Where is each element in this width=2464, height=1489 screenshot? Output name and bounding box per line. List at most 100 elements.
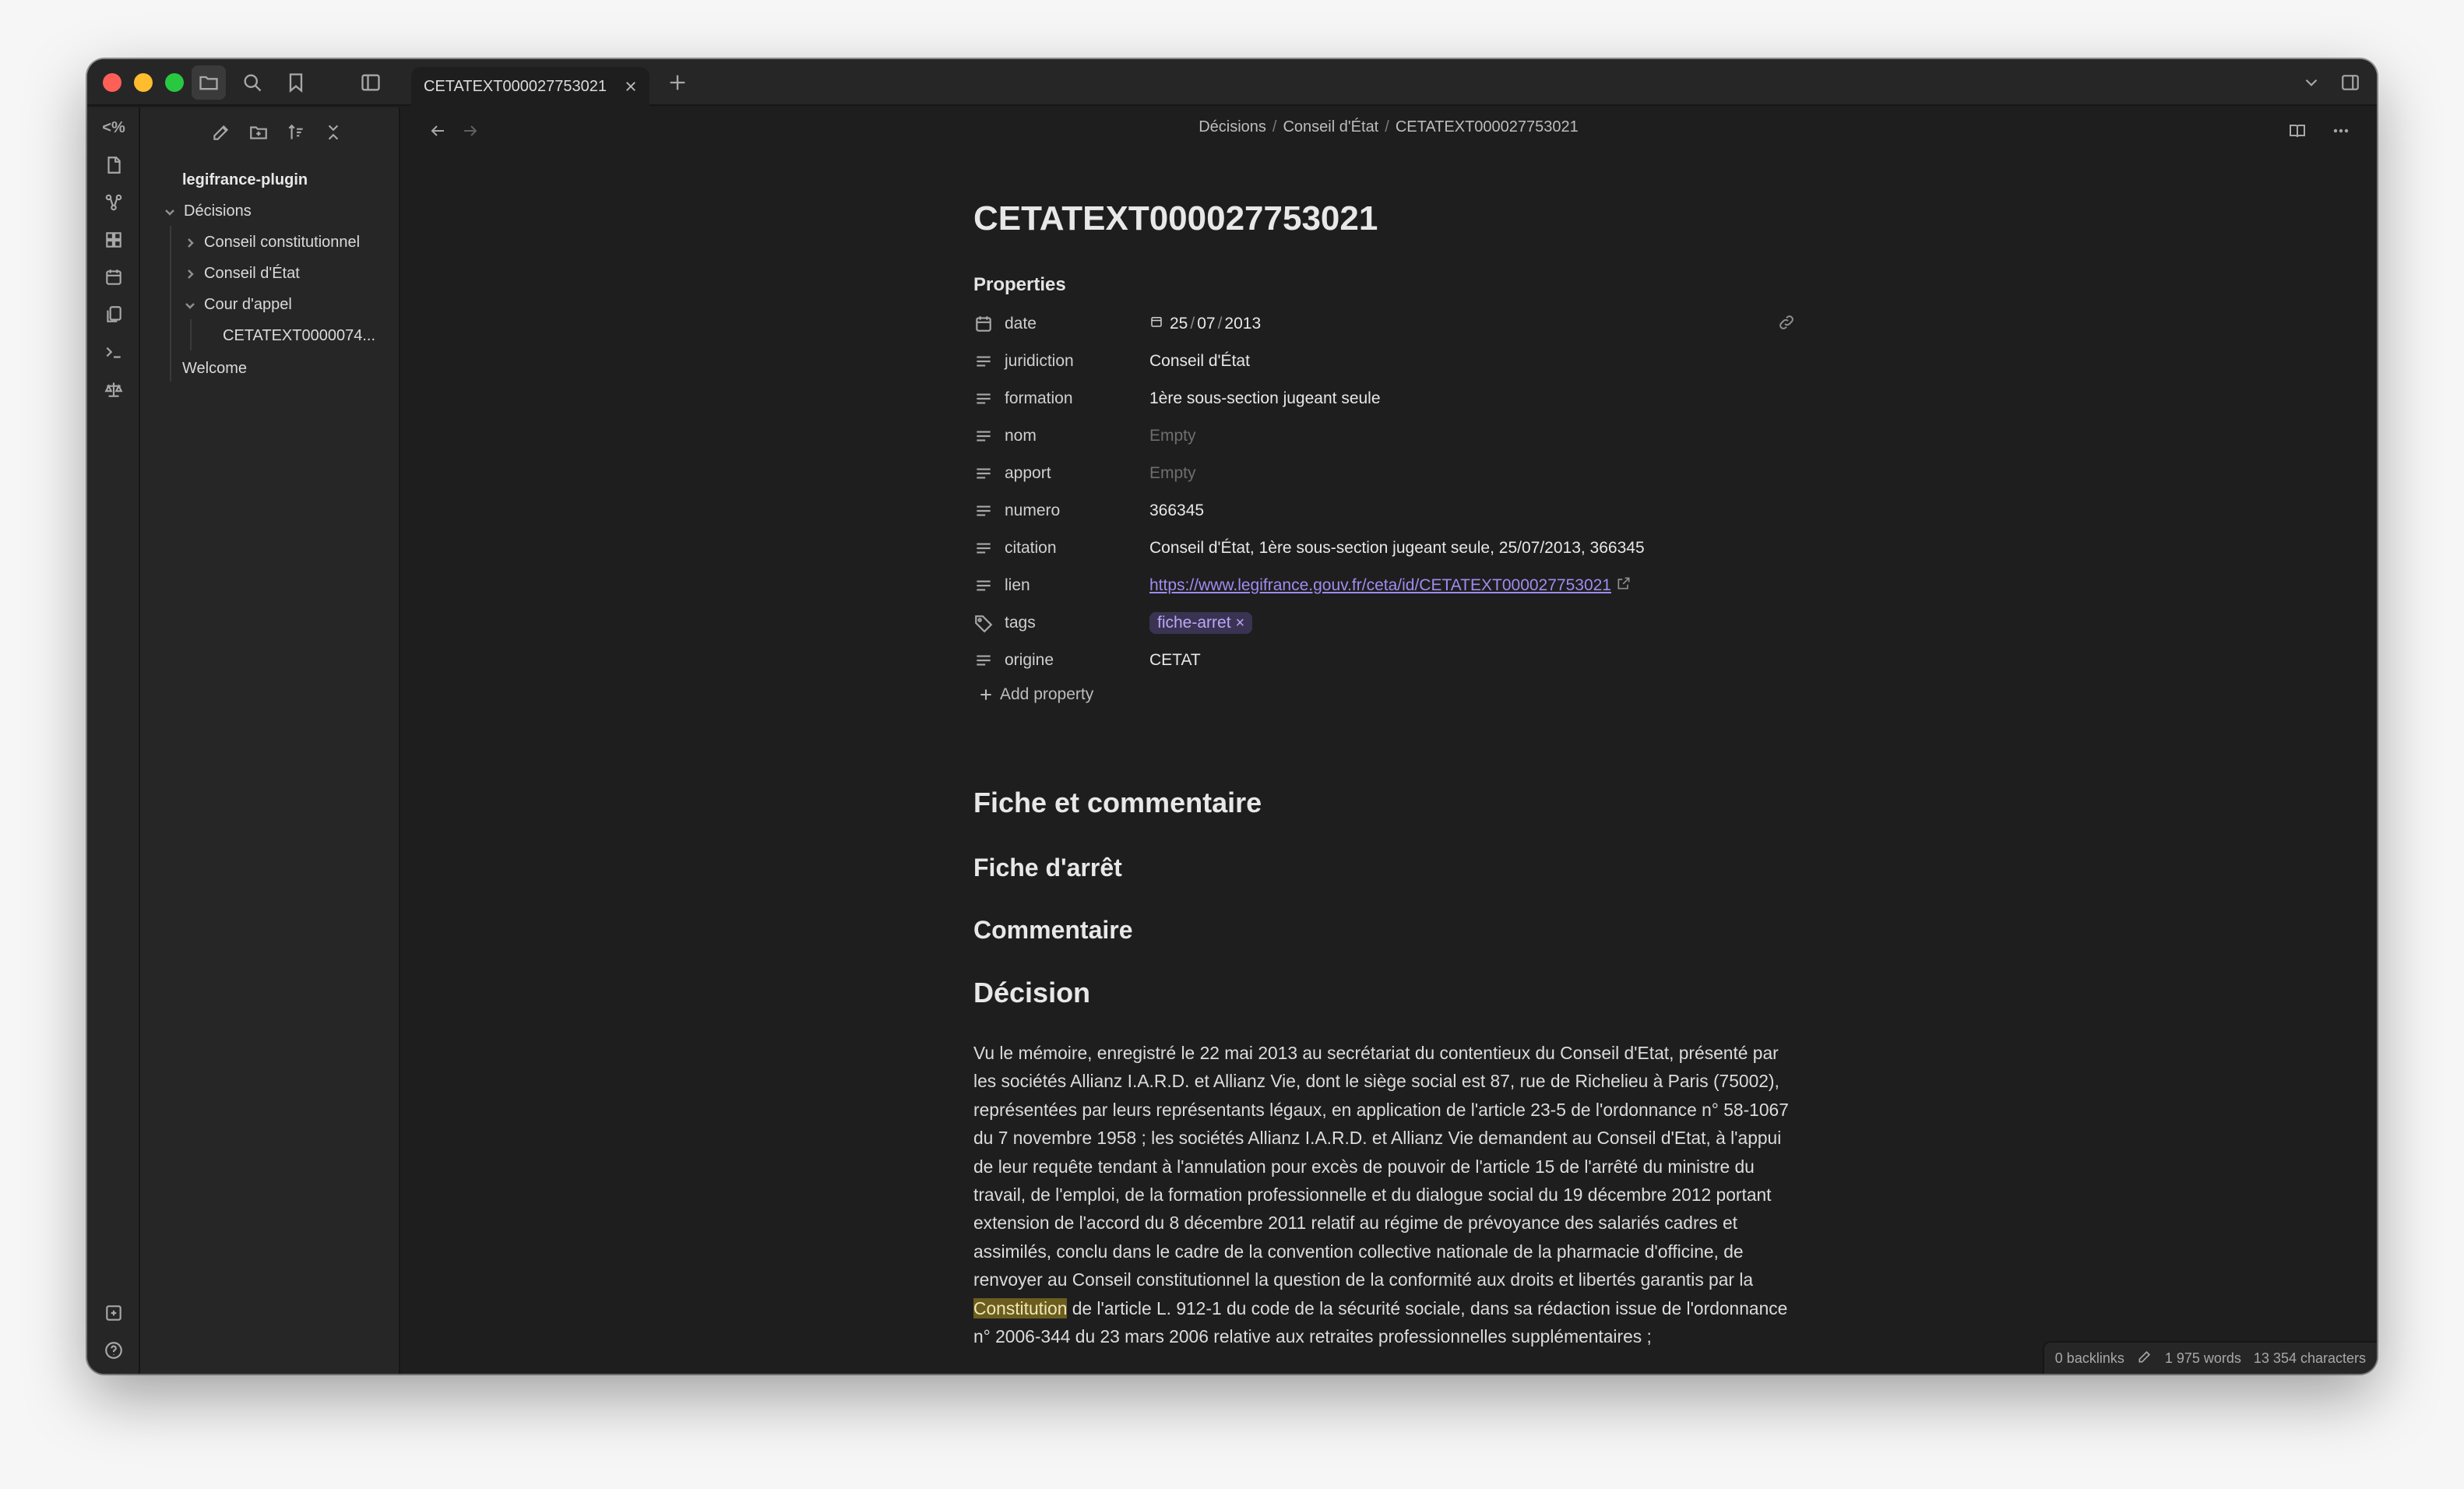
- folder-decisions[interactable]: Décisions: [164, 196, 252, 226]
- templater-icon[interactable]: <%: [98, 112, 129, 143]
- calendar-icon[interactable]: [98, 262, 129, 293]
- properties-heading[interactable]: Properties: [973, 274, 1066, 296]
- file-explorer: legifrance-plugin Décisions Conseil cons…: [140, 107, 400, 1374]
- property-value[interactable]: 25/07/2013: [1149, 315, 1261, 333]
- property-numero[interactable]: numero 366345: [973, 492, 1799, 530]
- pencil-icon[interactable]: [2137, 1349, 2152, 1368]
- property-lien[interactable]: lien https://www.legifrance.gouv.fr/ceta…: [973, 567, 1799, 604]
- terminal-icon[interactable]: [98, 336, 129, 368]
- property-juridiction[interactable]: juridiction Conseil d'État: [973, 343, 1799, 380]
- property-value[interactable]: https://www.legifrance.gouv.fr/ceta/id/C…: [1149, 576, 1632, 596]
- right-sidebar-icon[interactable]: [2333, 65, 2367, 100]
- property-key[interactable]: tags: [1005, 614, 1149, 632]
- property-value[interactable]: CETAT: [1149, 651, 1201, 670]
- property-apport[interactable]: apport Empty: [973, 455, 1799, 492]
- close-icon[interactable]: [621, 77, 640, 96]
- property-key[interactable]: nom: [1005, 427, 1149, 445]
- file-cetatext[interactable]: CETATEXT0000074...: [223, 321, 375, 350]
- vault-icon[interactable]: [98, 1297, 129, 1329]
- scale-icon[interactable]: [98, 374, 129, 405]
- property-key[interactable]: date: [1005, 315, 1149, 333]
- reading-view-icon[interactable]: [2283, 117, 2311, 145]
- graph-view-icon[interactable]: [98, 187, 129, 218]
- property-value[interactable]: Conseil d'État, 1ère sous-section jugean…: [1149, 539, 1645, 558]
- tab-active-note[interactable]: CETATEXT000027753021: [411, 67, 649, 106]
- breadcrumb: Décisions / Conseil d'État / CETATEXT0000277…: [1199, 118, 1579, 136]
- maximize-window-button[interactable]: [165, 73, 184, 92]
- date-day: 25: [1170, 315, 1188, 333]
- sort-icon[interactable]: [280, 117, 312, 148]
- tree-guide: [170, 226, 171, 382]
- property-value-empty[interactable]: Empty: [1149, 427, 1196, 445]
- bookmark-icon[interactable]: [279, 65, 313, 100]
- property-formation[interactable]: formation 1ère sous-section jugeant seul…: [973, 380, 1799, 417]
- chevron-right-icon: [184, 236, 196, 248]
- folder-icon[interactable]: [192, 65, 226, 100]
- collapse-icon[interactable]: [318, 117, 349, 148]
- minimize-window-button[interactable]: [134, 73, 153, 92]
- property-key[interactable]: numero: [1005, 502, 1149, 520]
- more-options-icon[interactable]: [2327, 117, 2355, 145]
- remove-tag-button[interactable]: ×: [1236, 614, 1245, 632]
- breadcrumb-item[interactable]: CETATEXT000027753021: [1396, 118, 1579, 136]
- text-lines-icon: [973, 576, 994, 596]
- help-icon[interactable]: [98, 1335, 129, 1366]
- date-month: 07: [1197, 315, 1216, 333]
- file-welcome[interactable]: Welcome: [182, 354, 247, 383]
- external-link-icon[interactable]: [1611, 576, 1632, 596]
- text-lines-icon: [973, 501, 994, 521]
- new-folder-icon[interactable]: [243, 117, 274, 148]
- heading-decision[interactable]: Décision: [973, 977, 1090, 1009]
- folder-cour-appel[interactable]: Cour d'appel: [184, 290, 292, 319]
- heading-fiche-arret[interactable]: Fiche d'arrêt: [973, 854, 1122, 882]
- property-value[interactable]: 1ère sous-section jugeant seule: [1149, 389, 1381, 408]
- property-value[interactable]: Conseil d'État: [1149, 352, 1250, 371]
- property-citation[interactable]: citation Conseil d'État, 1ère sous-secti…: [973, 530, 1799, 567]
- property-key[interactable]: formation: [1005, 389, 1149, 408]
- property-key[interactable]: citation: [1005, 539, 1149, 558]
- property-key[interactable]: juridiction: [1005, 352, 1149, 371]
- breadcrumb-item[interactable]: Conseil d'État: [1283, 118, 1378, 136]
- folder-label: Conseil constitutionnel: [204, 233, 361, 251]
- status-bar: 0 backlinks 1 975 words 13 354 character…: [2042, 1341, 2377, 1374]
- text-lines-icon: [973, 351, 994, 371]
- templates-icon[interactable]: [98, 299, 129, 330]
- add-property-button[interactable]: Add property: [978, 685, 1093, 704]
- link-icon[interactable]: [1777, 313, 1799, 335]
- breadcrumb-item[interactable]: Décisions: [1199, 118, 1266, 136]
- plus-icon[interactable]: [660, 65, 695, 100]
- chevron-down-icon[interactable]: [2294, 65, 2328, 100]
- decision-paragraph[interactable]: Vu le mémoire, enregistré le 22 mai 2013…: [973, 1039, 1790, 1350]
- property-value[interactable]: 366345: [1149, 502, 1204, 520]
- property-key[interactable]: origine: [1005, 651, 1149, 670]
- vault-name[interactable]: legifrance-plugin: [182, 165, 308, 195]
- search-icon[interactable]: [235, 65, 269, 100]
- canvas-icon[interactable]: [98, 224, 129, 255]
- property-nom[interactable]: nom Empty: [973, 417, 1799, 455]
- property-origine[interactable]: origine CETAT: [973, 642, 1799, 679]
- property-tags[interactable]: tags fiche-arret ×: [973, 604, 1799, 642]
- heading-fiche-commentaire[interactable]: Fiche et commentaire: [973, 787, 1262, 819]
- folder-label: Conseil d'État: [204, 264, 300, 282]
- new-note-icon[interactable]: [206, 117, 237, 148]
- folder-conseil-constitutionnel[interactable]: Conseil constitutionnel: [184, 227, 360, 257]
- text-lines-icon: [973, 426, 994, 446]
- property-key[interactable]: apport: [1005, 464, 1149, 483]
- legifrance-link[interactable]: https://www.legifrance.gouv.fr/ceta/id/C…: [1149, 576, 1611, 595]
- property-key[interactable]: lien: [1005, 576, 1149, 595]
- sidebar-toggle-icon[interactable]: [354, 65, 388, 100]
- chevron-right-icon: [184, 267, 196, 280]
- heading-commentaire[interactable]: Commentaire: [973, 916, 1133, 945]
- text-lines-icon: [973, 463, 994, 484]
- property-value-empty[interactable]: Empty: [1149, 464, 1196, 483]
- settings-icon[interactable]: [98, 1372, 129, 1374]
- open-quick-switcher-icon[interactable]: [98, 150, 129, 181]
- folder-conseil-etat[interactable]: Conseil d'État: [184, 259, 300, 288]
- title-bar: CETATEXT000027753021: [87, 59, 2377, 106]
- text-lines-icon: [973, 538, 994, 558]
- backlinks-count[interactable]: 0 backlinks: [2055, 1350, 2124, 1367]
- tag-pill[interactable]: fiche-arret ×: [1149, 612, 1253, 634]
- close-window-button[interactable]: [103, 73, 121, 92]
- property-date[interactable]: date 25/07/2013: [973, 305, 1799, 343]
- note-title[interactable]: CETATEXT000027753021: [973, 199, 1378, 238]
